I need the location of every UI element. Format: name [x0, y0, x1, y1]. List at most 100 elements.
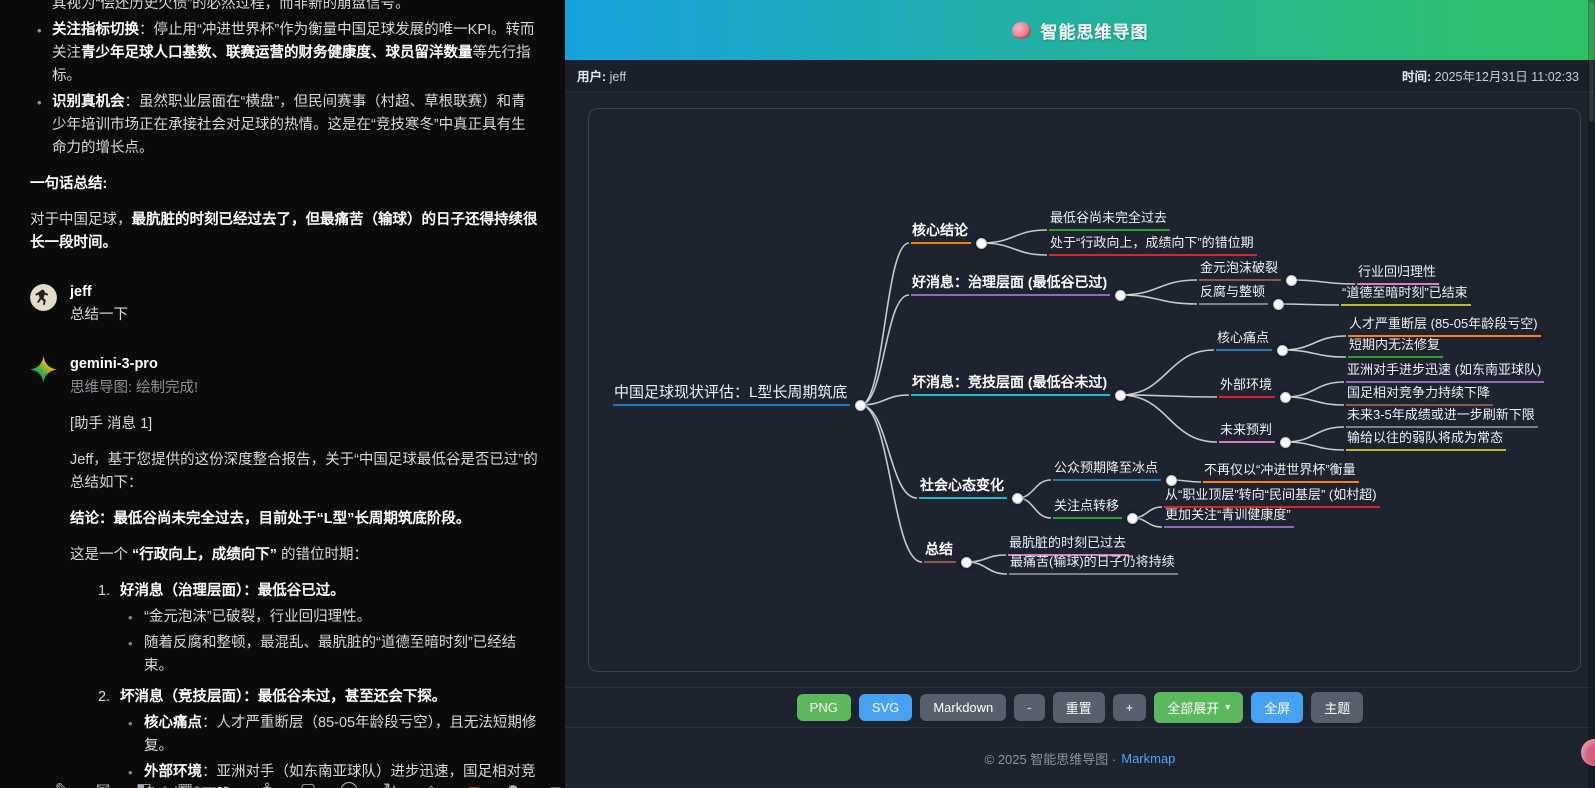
mindmap-node-D2b[interactable]: 更加关注“青训健康度”: [1164, 506, 1294, 528]
mindmap-node-C1a[interactable]: 人才严重断层 (85-05年龄段亏空): [1348, 315, 1541, 337]
chat-paragraph: Jeff，基于您提供的这份深度整合报告，关于“中国足球最低谷是否已过”的总结如下…: [70, 449, 539, 495]
chat-panel: 其视为“偿还历史欠债”的必然过程，而非新的崩盘信号。关注指标切换：停止用“冲进世…: [0, 0, 565, 788]
chat-bullet-item: 关注指标切换：停止用“冲进世界杯”作为衡量中国足球发展的唯一KPI。转而关注青少…: [52, 19, 539, 88]
chat-bullet-item: 随着反腐和整顿，最混乱、最肮脏的“道德至暗时刻”已经结束。: [144, 632, 539, 678]
user-message-text: 总结一下: [70, 304, 539, 327]
gemini-star-icon: [30, 356, 57, 383]
scrollbar-thumb[interactable]: [1589, 2, 1594, 122]
mindmap-node-C2[interactable]: 外部环境: [1219, 376, 1275, 398]
chat-paragraph: 这是一个 “行政向上，成绩向下” 的错位时期：: [70, 544, 539, 567]
clock-icon[interactable]: ◔: [216, 778, 236, 788]
mindmap-title: 智能思维导图: [1041, 18, 1149, 43]
mindmap-node-C2a[interactable]: 亚洲对手进步迅速 (如东南亚球队): [1346, 361, 1544, 383]
collapse-dot[interactable]: [1273, 299, 1284, 310]
mindmap-node-C3a[interactable]: 未来3-5年成绩或进一步刷新下限: [1346, 406, 1538, 428]
home-icon[interactable]: ⌂: [421, 778, 441, 788]
chat-numbered-item: 1.好消息（治理层面）：最低谷已过。: [98, 580, 539, 603]
mindmap-node-B1[interactable]: 金元泡沫破裂: [1199, 259, 1281, 281]
chat-bullet-item: “金元泡沫”已破裂，行业回归理性。: [144, 606, 539, 629]
user-avatar: [30, 284, 57, 311]
mindmap-footer: © 2025 智能思维导图 · Markmap: [565, 727, 1595, 788]
mindmap-node-B1a[interactable]: 行业回归理性: [1357, 263, 1439, 285]
image-icon[interactable]: ▦: [175, 778, 195, 788]
mindmap-node-C2b[interactable]: 国足相对竞争力持续下降: [1346, 384, 1493, 406]
chat-bullet-item: 识别真机会：虽然职业层面在“横盘”，但民间赛事（村超、草根联赛）和青少年培训市场…: [52, 91, 539, 160]
mindmap-node-C3[interactable]: 未来预判: [1219, 421, 1275, 443]
mindmap-node-D[interactable]: 社会心态变化: [919, 477, 1007, 499]
mindmap-node-B2[interactable]: 反腐与整顿: [1199, 283, 1268, 305]
user-info: 用户: jeff: [577, 66, 626, 85]
mindmap-node-B[interactable]: 好消息：治理层面 (最低谷已过): [911, 274, 1110, 296]
caret-down-icon: ▾: [1225, 702, 1230, 713]
chat-input-toolbar: ✎✉◧▦◔⚓▢◯↻⌂▰☻▱⊞▨+: [52, 778, 565, 788]
markmap-link[interactable]: Markmap: [1121, 751, 1175, 766]
pencil-icon[interactable]: ✎: [52, 778, 72, 788]
assistant-message: gemini-3-pro 思维导图: 绘制完成! [助手 消息 1]Jeff，基…: [30, 353, 539, 788]
mindmap-node-E[interactable]: 总结: [924, 541, 956, 563]
collapse-dot[interactable]: [1012, 493, 1023, 504]
mail-icon[interactable]: ✉: [93, 778, 113, 788]
mindmap-main: 中国足球现状评估：L型长周期筑底 核心结论 最低谷尚未完全过去处于“行政向上，成绩向…: [565, 92, 1595, 687]
mindmap-node-A1[interactable]: 最低谷尚未完全过去: [1049, 209, 1170, 231]
export-svg-button[interactable]: SVG: [859, 694, 912, 721]
fullscreen-button[interactable]: 全屏: [1251, 692, 1303, 723]
collapse-dot[interactable]: [976, 238, 987, 249]
mindmap-node-E2[interactable]: 最痛苦(输球)的日子仍将持续: [1009, 553, 1178, 575]
export-png-button[interactable]: PNG: [797, 694, 851, 721]
collapse-dot[interactable]: [1280, 392, 1291, 403]
chat-bullet-item: 核心痛点：人才严重断层（85-05年龄段亏空），且无法短期修复。: [144, 712, 539, 758]
scrollbar[interactable]: [1588, 0, 1595, 788]
report-tail: 其视为“偿还历史欠债”的必然过程，而非新的崩盘信号。关注指标切换：停止用“冲进世…: [30, 0, 539, 255]
time-info: 时间: 2025年12月31日 11:02:33: [1402, 66, 1579, 85]
expand-all-button[interactable]: 全部展开▾: [1154, 692, 1243, 723]
assistant-status: 思维导图: 绘制完成!: [70, 377, 539, 400]
file-icon[interactable]: ▰: [462, 778, 482, 788]
collapse-dot[interactable]: [1277, 345, 1288, 356]
mindmap-node-A2[interactable]: 处于“行政向上，成绩向下”的错位期: [1049, 234, 1257, 256]
collapse-dot[interactable]: [1166, 475, 1177, 486]
chat-numbered-item: 2.坏消息（竞技层面）：最低谷未过，甚至还会下探。: [98, 686, 539, 709]
zoom-in-button[interactable]: +: [1113, 694, 1147, 721]
mindmap-node-C3b[interactable]: 输给以往的弱队将成为常态: [1346, 429, 1506, 451]
collapse-dot[interactable]: [1280, 437, 1291, 448]
app-window: 其视为“偿还历史欠债”的必然过程，而非新的崩盘信号。关注指标切换：停止用“冲进世…: [0, 0, 1595, 788]
anchor-icon[interactable]: ⚓: [257, 778, 277, 788]
mindmap-toolbar: PNG SVG Markdown-重置 + 全部展开▾ 全屏主题: [565, 687, 1595, 727]
chat-paragraph: 结论：最低谷尚未完全过去，目前处于“L型”长周期筑底阶段。: [70, 508, 539, 531]
mindmap-node-B2a[interactable]: “道德至暗时刻”已结束: [1341, 284, 1471, 306]
user-message: jeff 总结一下: [30, 281, 539, 327]
mindmap-node-D2[interactable]: 关注点转移: [1053, 497, 1122, 519]
brain-icon: [1012, 22, 1031, 39]
mindmap-node-root[interactable]: 中国足球现状评估：L型长周期筑底: [613, 384, 850, 406]
reset-button[interactable]: 重置: [1053, 692, 1105, 723]
record-icon[interactable]: ◯: [339, 778, 359, 788]
mindmap-canvas[interactable]: 中国足球现状评估：L型长周期筑底 核心结论 最低谷尚未完全过去处于“行政向上，成绩向…: [588, 108, 1581, 672]
chat-paragraph: 对于中国足球，最肮脏的时刻已经过去了，但最痛苦（输球）的日子还得持续很长一段时间…: [30, 209, 539, 255]
speaker-icon[interactable]: ◧: [134, 778, 154, 788]
mindmap-node-C[interactable]: 坏消息：竞技层面 (最低谷未过): [911, 374, 1110, 396]
user-icon[interactable]: ☻: [503, 778, 523, 788]
zoom-out-button[interactable]: -: [1014, 694, 1044, 721]
mindmap-node-D2a[interactable]: 从“职业顶层”转向“民间基层” (如村超): [1164, 486, 1380, 508]
assistant-name: gemini-3-pro: [70, 353, 539, 376]
mindmap-node-C1b[interactable]: 短期内无法修复: [1348, 336, 1443, 358]
chat-paragraph: 其视为“偿还历史欠债”的必然过程，而非新的崩盘信号。: [52, 0, 539, 16]
collapse-dot[interactable]: [961, 557, 972, 568]
export-markdown-button[interactable]: Markdown: [920, 694, 1006, 721]
mindmap-node-D1[interactable]: 公众预期降至冰点: [1053, 459, 1161, 481]
mindmap-header: 智能思维导图: [565, 0, 1595, 60]
collapse-dot[interactable]: [1127, 513, 1138, 524]
mindmap-node-D1a[interactable]: 不再仅以“冲进世界杯”衡量: [1203, 461, 1359, 483]
user-name: jeff: [70, 281, 539, 304]
mindmap-userbar: 用户: jeff 时间: 2025年12月31日 11:02:33: [565, 60, 1595, 92]
mindmap-node-A[interactable]: 核心结论: [911, 222, 971, 244]
chat-paragraph: 一句话总结:: [30, 173, 539, 196]
page-icon[interactable]: ▱: [544, 778, 564, 788]
collapse-dot[interactable]: [1286, 275, 1297, 286]
mindmap-node-C1[interactable]: 核心痛点: [1216, 329, 1272, 351]
copyright-text: © 2025 智能思维导图 ·: [985, 749, 1117, 768]
theme-button[interactable]: 主题: [1311, 692, 1363, 723]
save-icon[interactable]: ▢: [298, 778, 318, 788]
refresh-icon[interactable]: ↻: [380, 778, 400, 788]
assistant-content: [助手 消息 1]Jeff，基于您提供的这份深度整合报告，关于“中国足球最低谷是…: [70, 413, 539, 788]
